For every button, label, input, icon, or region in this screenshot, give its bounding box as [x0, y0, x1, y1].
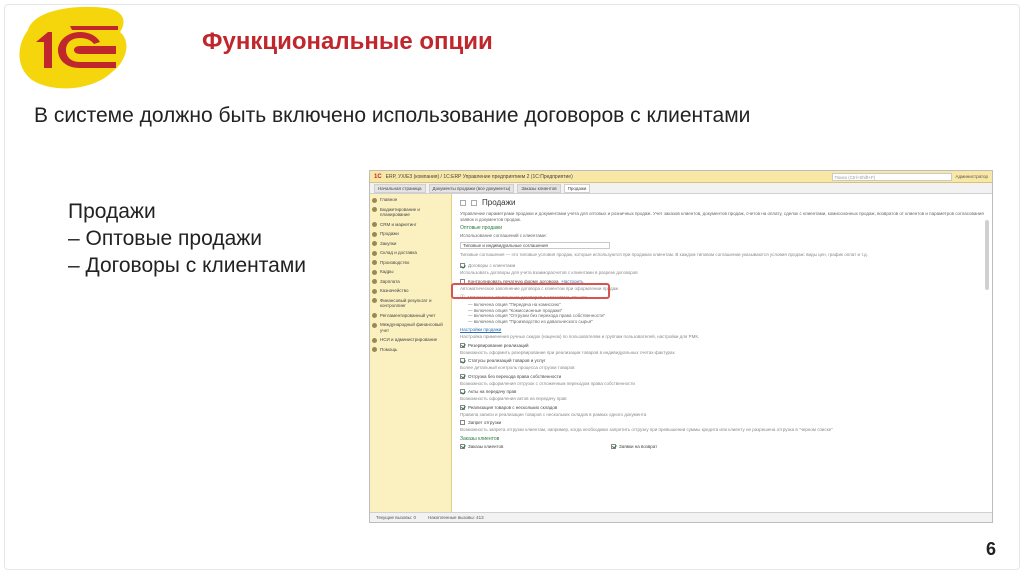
- sidebar-item[interactable]: Склад и доставка: [372, 250, 449, 256]
- contracts-checkbox[interactable]: [460, 263, 465, 268]
- sidebar-item[interactable]: Международный финансовый учет: [372, 322, 449, 333]
- section-icon: [372, 241, 377, 246]
- sidebar-item[interactable]: Продажи: [372, 231, 449, 237]
- option-note: Возможность оформления отгрузок с отложе…: [460, 380, 635, 386]
- slide-subtitle: В системе должно быть включено использов…: [34, 104, 751, 127]
- sidebar-item[interactable]: Производство: [372, 260, 449, 265]
- sidebar-item[interactable]: Кадры: [372, 269, 449, 275]
- content-header: Продажи: [460, 198, 984, 207]
- tab-customer-orders[interactable]: Заказы клиентов: [517, 183, 561, 193]
- tab-home[interactable]: Начальная страница: [374, 183, 426, 193]
- sections-sidebar: Главное Бюджетирование и планирование CR…: [370, 194, 452, 512]
- status-current: Текущие вызовы: 0: [376, 515, 417, 520]
- group-wholesale[interactable]: Оптовые продажи: [460, 225, 984, 231]
- sidebar-item[interactable]: Главное: [372, 197, 449, 203]
- option-row[interactable]: Акты на передачу прав: [460, 389, 984, 394]
- menu-path-list: Продажи – Оптовые продажи – Договоры с к…: [68, 198, 306, 279]
- section-icon: [372, 347, 377, 352]
- settings-content: Продажи Управление параметрами продажи и…: [452, 194, 992, 512]
- option-note: Возможность оформить резервирование при …: [460, 349, 675, 355]
- section-icon: [372, 288, 377, 294]
- contracts-note: Использовать договоры для учета взаимора…: [460, 270, 638, 275]
- sidebar-item[interactable]: Зарплата: [372, 279, 449, 284]
- option-checkbox[interactable]: [460, 389, 465, 394]
- tab-sales-docs[interactable]: Документы продажи (все документы): [428, 183, 515, 193]
- contracts-option[interactable]: Договоры с клиентами: [460, 263, 984, 268]
- option-checkbox[interactable]: [460, 373, 465, 379]
- option-row[interactable]: Резервирование реализаций: [460, 342, 984, 348]
- section-icon: [372, 337, 377, 343]
- window-title-bar: 1С ERP, УХ/ЕЗ (компания) / 1С:ERP Управл…: [370, 171, 992, 183]
- sidebar-item[interactable]: НСИ и администрирование: [372, 337, 449, 343]
- section-icon: [372, 222, 377, 227]
- status-accumulated: Накопленные вызовы: 413: [428, 515, 484, 520]
- user-name[interactable]: Администратор: [956, 174, 988, 179]
- section-icon: [372, 279, 377, 284]
- section-icon: [372, 231, 377, 237]
- agreements-select[interactable]: Типовые и индивидуальные соглашения: [460, 241, 610, 249]
- contract-reasons: — включена опция "Передача на комиссию" …: [468, 302, 606, 324]
- section-icon: [372, 269, 377, 275]
- option-note: Возможность оформления актов на передачу…: [460, 396, 567, 401]
- content-description: Управление параметрами продажи и докумен…: [460, 211, 984, 222]
- contracts-label: Договоры с клиентами: [468, 263, 516, 268]
- window-body: Главное Бюджетирование и планирование CR…: [370, 194, 992, 512]
- orders-label: Заказы клиентов: [468, 443, 504, 449]
- section-icon: [372, 260, 377, 265]
- sales-settings-note: Настройка применения ручных скидок (наце…: [460, 334, 700, 339]
- option-checkbox[interactable]: [460, 342, 465, 348]
- option-checkbox[interactable]: [460, 358, 465, 363]
- agreements-label: Использование соглашений с клиентами:: [460, 233, 547, 238]
- returns-checkbox[interactable]: [611, 443, 616, 449]
- returns-label: Заявки на возврат: [619, 443, 658, 449]
- group-customer-orders[interactable]: Заказы клиентов: [460, 436, 984, 442]
- window-title: ERP, УХ/ЕЗ (компания) / 1С:ERP Управлени…: [385, 173, 573, 180]
- sidebar-item[interactable]: Финансовый результат и контроллинг: [372, 298, 449, 309]
- orders-checkbox[interactable]: [460, 443, 465, 449]
- page-number: 6: [985, 539, 996, 559]
- sidebar-item[interactable]: Бюджетирование и планирование: [372, 207, 449, 218]
- option-row[interactable]: Запрет отгрузки: [460, 420, 984, 425]
- slide-title: Функциональные опции: [202, 28, 493, 55]
- 1c-logo: [19, 6, 127, 89]
- search-input[interactable]: Поиск (Ctrl+Shift+F): [831, 172, 952, 181]
- option-checkbox[interactable]: [460, 420, 465, 425]
- app-logo-icon: 1С: [374, 173, 382, 180]
- section-icon: [372, 313, 377, 318]
- menu-path-item: Продажи: [68, 200, 156, 223]
- sales-settings-link[interactable]: Настройки продажи: [460, 327, 984, 332]
- sidebar-item[interactable]: CRM и маркетинг: [372, 222, 449, 227]
- option-row[interactable]: Статусы реализаций товаров и услуг: [460, 358, 984, 363]
- menu-path-item: – Оптовые продажи: [68, 227, 263, 250]
- content-heading: Продажи: [482, 198, 516, 207]
- sidebar-item[interactable]: Казначейство: [372, 288, 449, 294]
- sidebar-item[interactable]: Закупки: [372, 241, 449, 246]
- menu-path-item: – Договоры с клиентами: [68, 254, 306, 277]
- contracts-highlight-frame: [451, 283, 610, 299]
- forward-icon[interactable]: [471, 199, 477, 206]
- section-icon: [372, 250, 377, 256]
- section-icon: [372, 322, 377, 328]
- option-checkbox[interactable]: [460, 404, 465, 410]
- section-icon: [372, 298, 377, 303]
- section-icon: [372, 197, 377, 203]
- vertical-scrollbar[interactable]: [985, 220, 989, 290]
- option-note: Правила записи и реализации товаров с не…: [460, 411, 647, 417]
- status-bar: Текущие вызовы: 0 Накопленные вызовы: 41…: [370, 512, 992, 522]
- section-icon: [372, 207, 377, 212]
- option-row[interactable]: Реализация товаров с нескольких складов: [460, 404, 984, 410]
- tab-sales[interactable]: Продажи: [563, 183, 591, 193]
- option-row[interactable]: Отгрузка без перехода права собственност…: [460, 373, 984, 379]
- option-note: Более детальный контроль процесса отгруз…: [460, 365, 575, 370]
- window-tabs: Начальная страница Документы продажи (вс…: [370, 183, 992, 194]
- erp-window-screenshot: 1С ERP, УХ/ЕЗ (компания) / 1С:ERP Управл…: [369, 170, 993, 523]
- option-note: Возможность запрета отгрузки клиентам, н…: [460, 427, 833, 432]
- orders-options: Заказы клиентов Заявки на возврат: [460, 443, 984, 449]
- agreements-note: Типовые соглашения — это типовые условия…: [460, 251, 868, 257]
- back-icon[interactable]: [460, 199, 466, 206]
- sidebar-item[interactable]: Помощь: [372, 347, 449, 352]
- sidebar-item[interactable]: Регламентированный учет: [372, 313, 449, 318]
